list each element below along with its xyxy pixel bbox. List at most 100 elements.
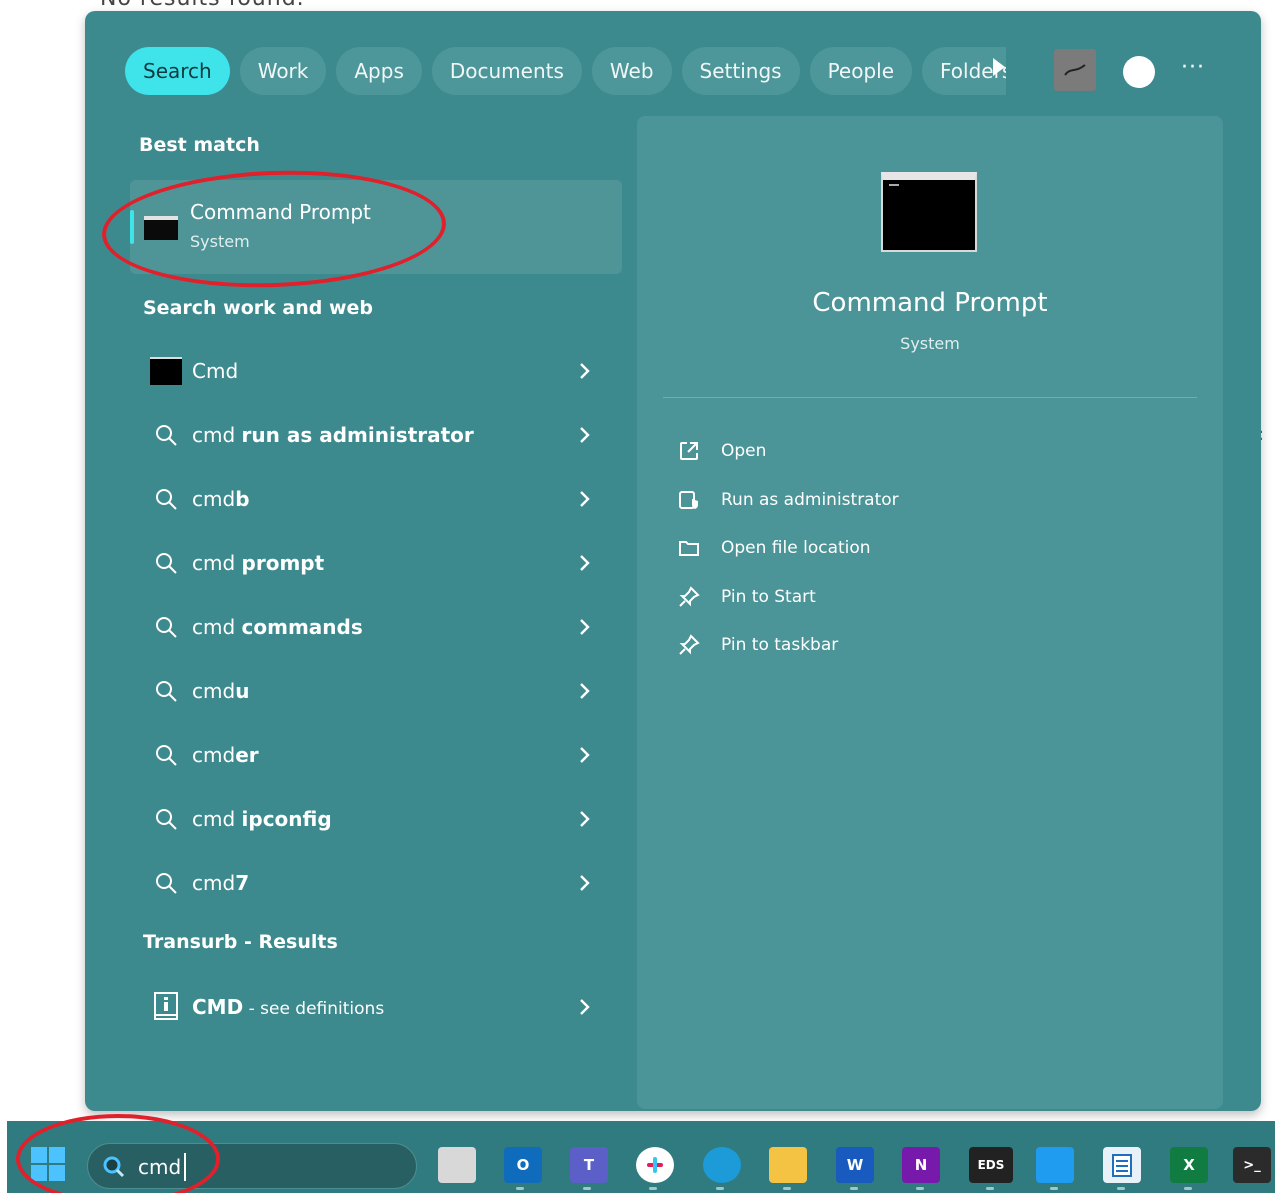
- action-pin-to-start[interactable]: Pin to Start: [673, 573, 899, 622]
- chevron-right-icon: [580, 811, 590, 827]
- item-suffix: b: [235, 487, 250, 511]
- action-label: Pin to Start: [721, 586, 816, 607]
- divider: [663, 397, 1197, 398]
- chevron-right-icon: [580, 363, 590, 379]
- search-icon: [156, 873, 177, 894]
- definition-term: CMD: [192, 995, 244, 1019]
- cmd-app-icon: [150, 357, 182, 385]
- list-item[interactable]: cmd commands: [130, 595, 622, 659]
- action-pin-to-taskbar[interactable]: Pin to taskbar: [673, 621, 899, 670]
- chevron-right-icon: [580, 619, 590, 635]
- chevron-right-icon: [580, 747, 590, 763]
- detail-pane: Command Prompt System Open Run as admini…: [637, 116, 1223, 1109]
- search-icon: [156, 553, 177, 574]
- detail-title: Command Prompt: [812, 288, 1048, 318]
- item-prefix: cmd: [192, 679, 236, 703]
- terminal-icon[interactable]: >_: [1233, 1147, 1271, 1183]
- list-item[interactable]: cmd7: [130, 851, 622, 915]
- teams-icon[interactable]: T: [570, 1147, 608, 1183]
- running-indicator: [916, 1187, 924, 1190]
- excel-icon[interactable]: X: [1170, 1147, 1208, 1183]
- squiggle-icon: [1064, 64, 1086, 76]
- item-prefix: cmd: [192, 487, 236, 511]
- chevron-right-icon: [580, 875, 590, 891]
- action-open[interactable]: Open: [673, 427, 899, 476]
- background-status-text: No results found.: [100, 0, 305, 11]
- pin-icon: [679, 586, 700, 607]
- list-item[interactable]: cmdb: [130, 467, 622, 531]
- onenote-icon[interactable]: N: [902, 1147, 940, 1183]
- slack-icon[interactable]: [636, 1147, 674, 1183]
- eds-icon[interactable]: EDS: [969, 1147, 1013, 1183]
- search-icon: [156, 425, 177, 446]
- item-prefix: cmd: [192, 871, 236, 895]
- list-item[interactable]: cmdu: [130, 659, 622, 723]
- running-indicator: [583, 1187, 591, 1190]
- tab-web[interactable]: Web: [591, 47, 672, 95]
- folder-icon: [679, 541, 699, 557]
- best-match-heading: Best match: [139, 134, 260, 156]
- running-indicator: [1117, 1187, 1125, 1190]
- item-prefix: cmd: [192, 807, 242, 831]
- work-profile-avatar[interactable]: [1054, 49, 1096, 91]
- item-prefix: cmd: [192, 423, 242, 447]
- pin-icon: [679, 634, 700, 655]
- running-indicator: [850, 1187, 858, 1190]
- open-external-icon: [680, 442, 698, 461]
- list-item[interactable]: cmder: [130, 723, 622, 787]
- item-suffix: ipconfig: [241, 807, 332, 831]
- item-suffix: run as administrator: [241, 423, 474, 447]
- chevron-right-icon: [580, 427, 590, 443]
- search-flyout: Search Work Apps Documents Web Settings …: [85, 11, 1261, 1111]
- item-prefix: Cmd: [192, 359, 239, 383]
- info-book-icon: [154, 992, 178, 1020]
- running-indicator: [986, 1187, 994, 1190]
- running-indicator: [516, 1187, 524, 1190]
- edge-icon[interactable]: [703, 1147, 741, 1183]
- action-label: Open file location: [721, 538, 871, 559]
- shield-admin-icon: [679, 490, 698, 509]
- tab-search[interactable]: Search: [125, 47, 230, 95]
- tab-people[interactable]: People: [809, 47, 913, 95]
- vscode-icon[interactable]: [1036, 1147, 1074, 1183]
- item-suffix: 7: [235, 871, 250, 895]
- detail-subtitle: System: [900, 334, 960, 353]
- search-web-list: Cmd cmd run as administrator cmdb cmd pr…: [130, 339, 622, 915]
- item-suffix: er: [235, 743, 259, 767]
- tab-apps[interactable]: Apps: [336, 47, 422, 95]
- file-explorer-icon[interactable]: [769, 1147, 807, 1183]
- scroll-filters-right-icon[interactable]: [993, 58, 1005, 76]
- word-icon[interactable]: W: [836, 1147, 874, 1183]
- action-run-as-admin[interactable]: Run as administrator: [673, 476, 899, 525]
- search-icon: [156, 745, 177, 766]
- running-indicator: [1184, 1187, 1192, 1190]
- item-prefix: cmd: [192, 551, 242, 575]
- search-web-heading: Search work and web: [143, 297, 373, 319]
- notepad-icon[interactable]: [1103, 1147, 1141, 1183]
- list-item[interactable]: cmd run as administrator: [130, 403, 622, 467]
- action-open-file-location[interactable]: Open file location: [673, 524, 899, 573]
- transurb-heading: Transurb - Results: [143, 931, 338, 953]
- search-icon: [156, 489, 177, 510]
- item-prefix: cmd: [192, 615, 242, 639]
- more-options-icon[interactable]: ···: [1181, 55, 1205, 80]
- search-icon: [156, 681, 177, 702]
- account-avatar[interactable]: [1123, 56, 1155, 88]
- chevron-right-icon: [580, 999, 590, 1015]
- definition-suffix: - see definitions: [243, 999, 385, 1019]
- filter-tabs: Search Work Apps Documents Web Settings …: [125, 46, 1016, 96]
- tab-settings[interactable]: Settings: [681, 47, 800, 95]
- tab-work[interactable]: Work: [239, 47, 327, 95]
- action-label: Open: [721, 441, 767, 462]
- tab-documents[interactable]: Documents: [431, 47, 582, 95]
- task-view-icon[interactable]: [438, 1147, 476, 1183]
- list-item[interactable]: Cmd: [130, 339, 622, 403]
- list-item[interactable]: cmd prompt: [130, 531, 622, 595]
- action-list: Open Run as administrator Open file loca…: [673, 427, 899, 670]
- outlook-icon[interactable]: O: [504, 1147, 542, 1183]
- list-item[interactable]: cmd ipconfig: [130, 787, 622, 851]
- definition-result[interactable]: CMD - see definitions: [130, 975, 622, 1039]
- item-suffix: commands: [241, 615, 363, 639]
- item-suffix: prompt: [241, 551, 325, 575]
- chevron-right-icon: [580, 683, 590, 699]
